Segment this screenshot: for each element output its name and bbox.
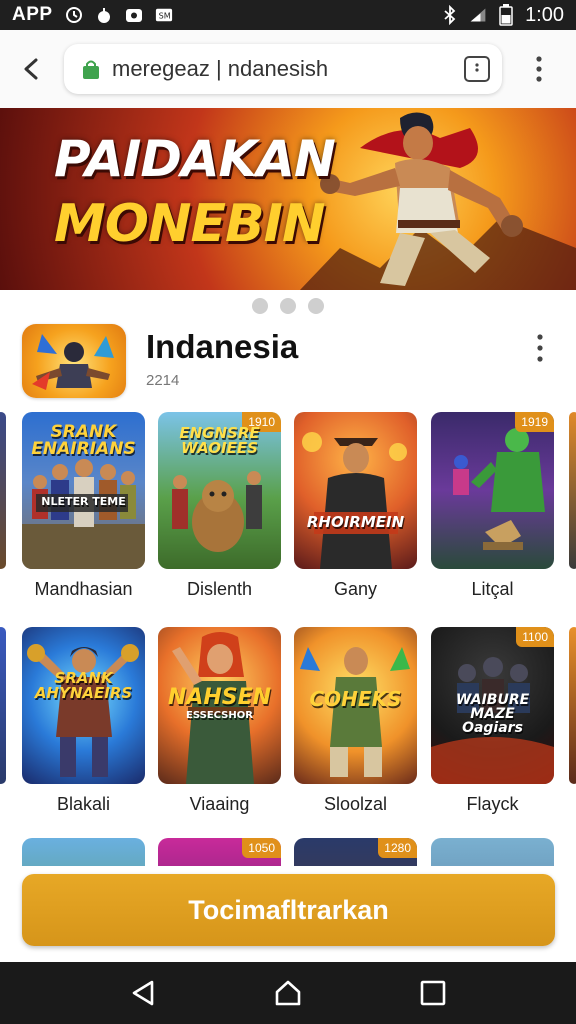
game-title-art: COHEKS [309, 687, 402, 711]
battery-icon [497, 4, 515, 26]
game-label[interactable]: Gany [294, 579, 417, 600]
game-card[interactable]: RHOIRMEIN Gany [294, 412, 417, 600]
browser-toolbar: meregeaz | ndanesish [0, 30, 576, 108]
signal-icon [469, 6, 487, 24]
url-text[interactable]: meregeaz | ndanesish [112, 56, 464, 82]
game-label[interactable]: Mandhasian [22, 579, 145, 600]
app-more-button[interactable] [526, 330, 554, 366]
game-card[interactable]: NAHSEN ESSECSHOR Viaaing [158, 627, 281, 815]
game-title-art: WAIBURE MAZE Oagiars [455, 692, 530, 736]
banner-title-line2: MONEBIN [54, 194, 326, 254]
tab-switcher-button[interactable] [464, 56, 490, 82]
game-row: SRANK ENAIRIANS NLETER TEME Mandhasian 1… [0, 412, 576, 622]
app-subtitle: 2214 [146, 372, 180, 389]
back-button[interactable] [0, 30, 64, 108]
sim-icon: SM [155, 6, 173, 24]
app-icon[interactable] [22, 324, 126, 398]
more-vertical-icon [536, 56, 542, 82]
nav-home-button[interactable] [268, 973, 308, 1013]
game-subtitle-art: NLETER TEME [41, 495, 126, 508]
game-thumbnail: SRANK AHYNAEIRS [22, 627, 145, 784]
browser-menu-button[interactable] [502, 30, 576, 108]
game-subtitle-art: ESSECSHOR [186, 710, 253, 721]
game-card-partial[interactable] [0, 412, 6, 569]
camera-icon [125, 6, 143, 24]
sync-icon [65, 6, 83, 24]
game-label[interactable]: Dislenth [158, 579, 281, 600]
game-thumbnail: SRANK ENAIRIANS NLETER TEME [22, 412, 145, 569]
game-badge: 1100 [516, 627, 554, 647]
back-arrow-icon [24, 58, 38, 80]
game-title-art: NAHSEN [167, 685, 272, 710]
game-card[interactable]: SRANK AHYNAEIRS Blakali [22, 627, 145, 815]
game-card[interactable]: 1910 ENGNSRE WAOIEES Dislenth [158, 412, 281, 600]
system-nav-bar [0, 962, 576, 1024]
game-card[interactable]: 1100 WAIBURE MAZE Oagiars Flayck [431, 627, 554, 815]
status-time: 1:00 [525, 3, 564, 26]
more-vertical-icon [537, 334, 543, 362]
promo-banner[interactable]: PAIDAKAN MONEBIN [0, 108, 576, 290]
game-badge: 1919 [515, 412, 554, 432]
game-card-partial[interactable] [569, 412, 576, 569]
game-badge: 1280 [378, 838, 417, 858]
game-title-art: SRANK AHYNAEIRS [34, 669, 133, 702]
carousel-dot[interactable] [280, 298, 296, 314]
svg-text:SM: SM [158, 11, 170, 21]
banner-title-line1: PAIDAKAN [54, 130, 336, 188]
status-bar: APP SM 1:00 [0, 0, 576, 30]
game-thumbnail: NAHSEN ESSECSHOR [158, 627, 281, 784]
game-label[interactable]: Viaaing [158, 794, 281, 815]
game-label[interactable]: Litçal [431, 579, 554, 600]
nav-back-button[interactable] [123, 973, 163, 1013]
lock-icon [83, 60, 99, 79]
apple-icon [95, 6, 113, 24]
game-thumbnail: 1919 [431, 412, 554, 569]
game-label[interactable]: Blakali [22, 794, 145, 815]
game-card-partial[interactable] [569, 627, 576, 784]
game-badge: 1050 [242, 838, 281, 858]
back-triangle-icon [132, 980, 153, 1006]
status-app-label: APP [12, 4, 53, 25]
install-button[interactable]: Tocimafltrarkan [22, 874, 555, 946]
game-thumbnail: 1100 WAIBURE MAZE Oagiars [431, 627, 554, 784]
app-name: Indanesia [146, 328, 299, 365]
game-card[interactable]: COHEKS Sloolzal [294, 627, 417, 815]
game-title-art: SRANK ENAIRIANS [31, 422, 136, 459]
game-title-art: ENGNSRE WAOIEES [179, 424, 260, 457]
carousel-dot[interactable] [308, 298, 324, 314]
home-icon [275, 980, 301, 1006]
game-label[interactable]: Sloolzal [294, 794, 417, 815]
game-thumbnail: 1910 ENGNSRE WAOIEES [158, 412, 281, 569]
game-card-partial[interactable] [0, 627, 6, 784]
bluetooth-icon [441, 5, 459, 25]
nav-recents-button[interactable] [413, 973, 453, 1013]
tab-switcher-icon [475, 63, 479, 72]
carousel-indicator [0, 298, 576, 314]
game-card[interactable]: 1919 Litçal [431, 412, 554, 600]
game-row: SRANK AHYNAEIRS Blakali NAHSEN ESSECSHOR… [0, 627, 576, 837]
address-bar[interactable]: meregeaz | ndanesish [64, 44, 502, 94]
game-thumbnail: COHEKS [294, 627, 417, 784]
recents-square-icon [421, 980, 446, 1006]
carousel-dot[interactable] [252, 298, 268, 314]
game-card[interactable]: SRANK ENAIRIANS NLETER TEME Mandhasian [22, 412, 145, 600]
game-title-art: RHOIRMEIN [306, 513, 405, 531]
game-label[interactable]: Flayck [431, 794, 554, 815]
game-thumbnail: RHOIRMEIN [294, 412, 417, 569]
